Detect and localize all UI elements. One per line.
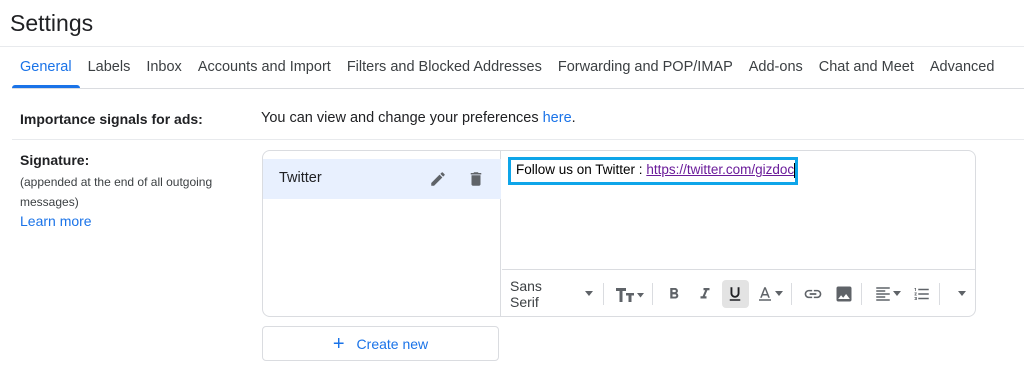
tab-labels[interactable]: Labels	[80, 48, 139, 88]
link-icon	[805, 289, 822, 298]
align-button[interactable]	[870, 280, 904, 308]
pencil-icon[interactable]	[426, 167, 450, 191]
tab-add-ons[interactable]: Add-ons	[741, 48, 811, 88]
toolbar-divider	[791, 282, 792, 305]
importance-signals-period: .	[571, 110, 576, 126]
text-color-icon	[759, 286, 772, 301]
signature-panel: Twitter Follow us on Twitter : https://t…	[262, 150, 976, 317]
learn-more-link[interactable]: Learn more	[20, 213, 92, 229]
underline-icon	[730, 286, 741, 301]
font-size-button[interactable]	[612, 280, 648, 308]
create-new-button[interactable]: + Create new	[262, 326, 499, 361]
tab-inbox[interactable]: Inbox	[138, 48, 189, 88]
chevron-down-icon	[892, 291, 901, 296]
signature-list: Twitter	[263, 151, 501, 316]
font-family-dropdown[interactable]: Sans Serif	[510, 278, 593, 310]
underline-button[interactable]	[722, 279, 749, 308]
importance-signals-here-link[interactable]: here	[543, 110, 572, 126]
italic-button[interactable]	[691, 280, 718, 308]
signature-list-item[interactable]: Twitter	[263, 159, 501, 199]
text-caret	[794, 162, 796, 178]
tab-filters-and-blocked-addresses[interactable]: Filters and Blocked Addresses	[339, 48, 550, 88]
tab-forwarding-and-pop-imap[interactable]: Forwarding and POP/IMAP	[550, 48, 741, 88]
insert-image-button[interactable]	[831, 280, 858, 308]
insert-link-button[interactable]	[800, 280, 827, 308]
tabs-divider	[12, 88, 1024, 89]
toolbar-divider	[651, 282, 653, 305]
chevron-down-icon	[584, 291, 593, 296]
row-divider	[12, 139, 1024, 140]
create-new-label: Create new	[356, 335, 429, 352]
plus-icon: +	[332, 332, 345, 355]
chevron-down-icon	[775, 291, 784, 296]
header-divider	[0, 46, 1024, 47]
italic-icon	[700, 287, 710, 298]
align-left-icon	[876, 286, 890, 301]
bold-icon	[670, 287, 679, 298]
trash-icon[interactable]	[464, 167, 488, 191]
formatting-toolbar: Sans Serif	[502, 269, 975, 316]
numbered-list-button[interactable]	[909, 280, 936, 308]
image-icon	[836, 286, 852, 301]
page-title: Settings	[10, 10, 94, 36]
signature-link[interactable]: https://twitter.com/gizdoc	[646, 162, 794, 177]
font-family-label: Sans Serif	[510, 277, 542, 310]
signature-text: Follow us on Twitter :	[516, 162, 647, 177]
signature-name: Twitter	[279, 170, 322, 186]
more-formatting-button[interactable]	[948, 280, 975, 308]
toolbar-divider	[861, 282, 863, 305]
toolbar-divider	[939, 282, 941, 305]
tab-advanced[interactable]: Advanced	[922, 48, 1003, 88]
importance-signals-text: You can view and change your preferences…	[261, 110, 576, 126]
tab-accounts-and-import[interactable]: Accounts and Import	[190, 48, 339, 88]
bold-button[interactable]	[661, 280, 688, 308]
signature-text-highlight[interactable]: Follow us on Twitter : https://twitter.c…	[508, 157, 798, 185]
toolbar-divider	[602, 282, 604, 305]
signature-description: (appended at the end of all outgoing mes…	[20, 175, 213, 209]
importance-signals-label: Importance signals for ads:	[20, 111, 203, 127]
signature-label: Signature:	[20, 152, 90, 168]
tab-chat-and-meet[interactable]: Chat and Meet	[811, 48, 922, 88]
font-size-icon	[615, 287, 644, 302]
numbered-list-icon	[914, 287, 929, 300]
signature-editor[interactable]: Follow us on Twitter : https://twitter.c…	[502, 151, 975, 269]
tab-general[interactable]: General	[12, 48, 80, 88]
settings-tabs: General Labels Inbox Accounts and Import…	[12, 48, 1024, 88]
text-color-button[interactable]	[753, 280, 787, 308]
chevron-down-icon	[957, 291, 966, 296]
importance-signals-description: You can view and change your preferences	[261, 110, 543, 126]
